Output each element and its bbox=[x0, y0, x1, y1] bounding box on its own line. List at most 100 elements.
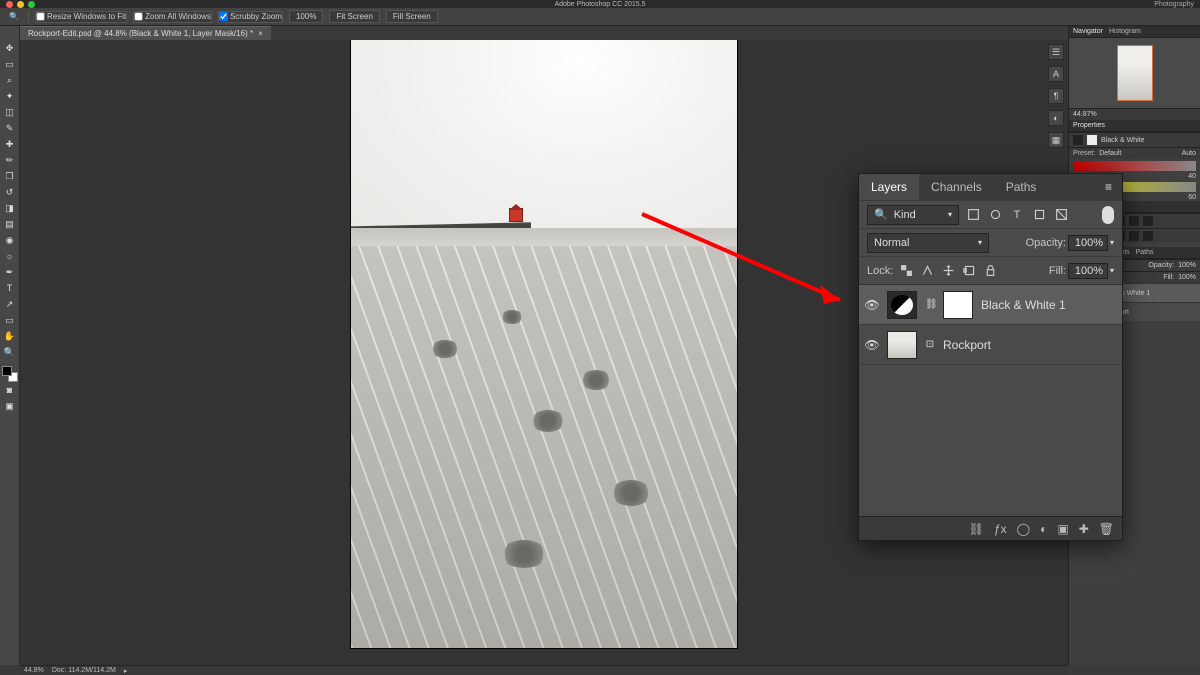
lock-all-icon[interactable] bbox=[983, 264, 997, 278]
properties-tab[interactable]: Properties bbox=[1073, 122, 1105, 129]
document-canvas[interactable] bbox=[351, 40, 737, 648]
workspace-switcher[interactable]: Photography bbox=[1154, 1, 1194, 8]
layers-panel[interactable]: Layers Channels Paths ≡ 🔍 Kind ▾ T Norma… bbox=[858, 173, 1123, 541]
character-panel-icon[interactable]: A bbox=[1048, 66, 1064, 82]
foreground-color-swatch[interactable] bbox=[2, 366, 12, 376]
blur-tool[interactable]: ◉ bbox=[3, 233, 17, 247]
shape-tool[interactable]: ▭ bbox=[3, 313, 17, 327]
window-close-icon[interactable] bbox=[6, 1, 13, 8]
window-minimize-icon[interactable] bbox=[17, 1, 24, 8]
lasso-tool[interactable]: ⌕ bbox=[3, 73, 17, 87]
fill-value[interactable]: 100% bbox=[1068, 263, 1108, 279]
quick-mask-icon[interactable]: ◙ bbox=[3, 383, 17, 397]
dodge-tool[interactable]: ☼ bbox=[3, 249, 17, 263]
mini-fill-value[interactable]: 100% bbox=[1178, 274, 1196, 281]
fill-screen-button[interactable]: Fill Screen bbox=[386, 10, 438, 23]
layer-row[interactable]: 👁 ⛓ Black & White 1 bbox=[859, 285, 1122, 325]
blend-opacity-row: Normal▾ Opacity: 100% ▾ bbox=[859, 228, 1122, 256]
link-mask-icon[interactable]: ⛓ bbox=[925, 299, 935, 310]
status-arrow-icon[interactable]: ▸ bbox=[124, 667, 128, 675]
new-group-icon[interactable]: ▣ bbox=[1057, 522, 1068, 536]
delete-layer-icon[interactable]: 🗑 bbox=[1099, 522, 1114, 536]
tab-channels[interactable]: Channels bbox=[919, 174, 994, 200]
pen-tool[interactable]: ✒ bbox=[3, 265, 17, 279]
clone-tool[interactable]: ❐ bbox=[3, 169, 17, 183]
status-doc-size[interactable]: Doc: 114.2M/114.2M bbox=[52, 667, 116, 674]
properties-preset-row[interactable]: Preset: Default Auto bbox=[1069, 147, 1200, 159]
mini-paths-tab[interactable]: Paths bbox=[1136, 249, 1154, 256]
lock-transparency-icon[interactable] bbox=[899, 264, 913, 278]
hand-tool[interactable]: ✋ bbox=[3, 329, 17, 343]
navigator-zoom-value[interactable]: 44.87% bbox=[1069, 108, 1200, 120]
layer-thumb[interactable] bbox=[887, 331, 917, 359]
path-tool[interactable]: ↗ bbox=[3, 297, 17, 311]
layer-row[interactable]: 👁 ⊡ Rockport bbox=[859, 325, 1122, 365]
filter-pixel-icon[interactable] bbox=[965, 207, 981, 223]
layer-name[interactable]: Rockport bbox=[943, 338, 991, 352]
status-zoom[interactable]: 44.8% bbox=[24, 667, 44, 674]
mini-opacity-value[interactable]: 100% bbox=[1178, 262, 1196, 269]
panel-menu-icon[interactable]: ≡ bbox=[1095, 180, 1122, 194]
close-tab-icon[interactable]: × bbox=[258, 29, 263, 38]
layer-name[interactable]: Black & White 1 bbox=[981, 298, 1066, 312]
screen-mode-icon[interactable]: ▣ bbox=[3, 399, 17, 413]
eyedropper-tool[interactable]: ✎ bbox=[3, 121, 17, 135]
adjustment-thumb[interactable] bbox=[887, 291, 917, 319]
filter-adjustment-icon[interactable] bbox=[987, 207, 1003, 223]
tab-layers[interactable]: Layers bbox=[859, 174, 919, 200]
filter-toggle-switch[interactable] bbox=[1102, 206, 1114, 224]
adj-icon[interactable] bbox=[1143, 216, 1153, 226]
adj-icon[interactable] bbox=[1143, 231, 1153, 241]
auto-button[interactable]: Auto bbox=[1182, 150, 1196, 157]
adj-icon[interactable] bbox=[1129, 216, 1139, 226]
navigator-tab[interactable]: Navigator bbox=[1073, 28, 1103, 35]
opacity-control[interactable]: Opacity: 100% ▾ bbox=[1026, 235, 1114, 251]
resize-windows-checkbox[interactable]: Resize Windows to Fit bbox=[35, 11, 127, 23]
layer-style-icon[interactable]: ƒx bbox=[994, 522, 1007, 536]
history-brush-tool[interactable]: ↺ bbox=[3, 185, 17, 199]
window-zoom-icon[interactable] bbox=[28, 1, 35, 8]
eraser-tool[interactable]: ◨ bbox=[3, 201, 17, 215]
type-tool[interactable]: T bbox=[3, 281, 17, 295]
lock-position-icon[interactable] bbox=[941, 264, 955, 278]
paragraph-panel-icon[interactable]: ¶ bbox=[1048, 88, 1064, 104]
filter-shape-icon[interactable] bbox=[1031, 207, 1047, 223]
layer-mask-thumb[interactable] bbox=[943, 291, 973, 319]
move-tool[interactable]: ✥ bbox=[3, 41, 17, 55]
visibility-toggle-icon[interactable]: 👁 bbox=[865, 338, 879, 352]
filter-type-icon[interactable]: T bbox=[1009, 207, 1025, 223]
zoom-all-checkbox[interactable]: Zoom All Windows bbox=[133, 11, 212, 23]
add-mask-icon[interactable]: ◯ bbox=[1017, 522, 1030, 536]
history-panel-icon[interactable]: ☰ bbox=[1048, 44, 1064, 60]
adjustments-panel-icon[interactable]: ◐ bbox=[1048, 110, 1064, 126]
adj-icon[interactable] bbox=[1129, 231, 1139, 241]
link-layers-icon[interactable]: ⛓ bbox=[969, 522, 984, 536]
scrubby-zoom-checkbox[interactable]: Scrubby Zoom bbox=[218, 11, 283, 23]
gradient-tool[interactable]: ▤ bbox=[3, 217, 17, 231]
brush-tool[interactable]: ✏ bbox=[3, 153, 17, 167]
new-adjustment-icon[interactable]: ◐ bbox=[1040, 522, 1047, 536]
filter-smart-icon[interactable] bbox=[1053, 207, 1069, 223]
zoom-tool[interactable]: 🔍 bbox=[3, 345, 17, 359]
marquee-tool[interactable]: ▭ bbox=[3, 57, 17, 71]
crop-tool[interactable]: ◫ bbox=[3, 105, 17, 119]
fit-screen-button[interactable]: Fit Screen bbox=[329, 10, 379, 23]
styles-panel-icon[interactable]: ▦ bbox=[1048, 132, 1064, 148]
quick-select-tool[interactable]: ✦ bbox=[3, 89, 17, 103]
visibility-toggle-icon[interactable]: 👁 bbox=[865, 298, 879, 312]
opacity-value[interactable]: 100% bbox=[1068, 235, 1108, 251]
document-tab[interactable]: Rockport-Edit.psd @ 44.8% (Black & White… bbox=[20, 26, 271, 40]
histogram-tab[interactable]: Histogram bbox=[1109, 28, 1141, 35]
color-swatches[interactable] bbox=[2, 366, 18, 382]
blend-mode-dropdown[interactable]: Normal▾ bbox=[867, 233, 989, 253]
lock-artboard-icon[interactable] bbox=[962, 264, 976, 278]
reds-slider[interactable] bbox=[1073, 161, 1196, 171]
new-layer-icon[interactable]: ✚ bbox=[1079, 522, 1089, 536]
zoom-100-button[interactable]: 100% bbox=[289, 10, 323, 23]
tab-paths[interactable]: Paths bbox=[994, 174, 1049, 200]
healing-tool[interactable]: ✚ bbox=[3, 137, 17, 151]
filter-kind-dropdown[interactable]: 🔍 Kind ▾ bbox=[867, 205, 959, 225]
fill-control[interactable]: Fill: 100% ▾ bbox=[1049, 263, 1114, 279]
lock-image-icon[interactable] bbox=[920, 264, 934, 278]
navigator-preview[interactable] bbox=[1069, 38, 1200, 108]
